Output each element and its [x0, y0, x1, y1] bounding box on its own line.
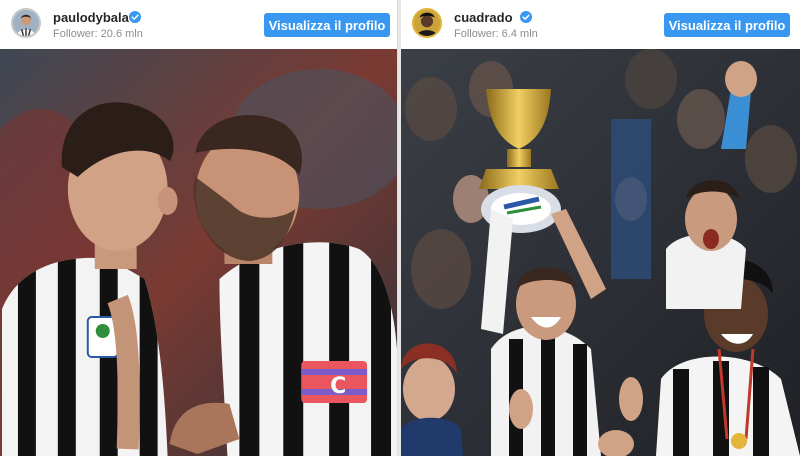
- avatar[interactable]: [412, 8, 442, 38]
- post-header: paulodybala Follower: 20.6 mln Visualizz…: [0, 0, 397, 48]
- verified-badge-icon: [129, 11, 141, 23]
- follower-count: Follower: 20.6 mln: [53, 28, 143, 40]
- username[interactable]: paulodybala: [53, 10, 129, 26]
- verified-badge-icon: [520, 11, 532, 23]
- avatar[interactable]: [11, 8, 41, 38]
- follower-count: Follower: 6.4 mln: [454, 28, 538, 40]
- avatar-image: [414, 10, 440, 36]
- trophy-celebration-photo-icon: [401, 49, 800, 456]
- avatar-image: [13, 10, 39, 36]
- post-photo[interactable]: C: [0, 49, 397, 456]
- view-profile-button[interactable]: Visualizza il profilo: [664, 13, 790, 37]
- dybala-marchisio-photo-icon: C: [0, 49, 397, 456]
- post-header: cuadrado Follower: 6.4 mln Visualizza il…: [401, 0, 800, 48]
- post-card: paulodybala Follower: 20.6 mln Visualizz…: [0, 0, 398, 456]
- post-card: cuadrado Follower: 6.4 mln Visualizza il…: [401, 0, 800, 456]
- view-profile-button[interactable]: Visualizza il profilo: [264, 13, 390, 37]
- svg-text:C: C: [330, 374, 346, 399]
- post-photo[interactable]: [401, 49, 800, 456]
- post-grid: paulodybala Follower: 20.6 mln Visualizz…: [0, 0, 800, 456]
- username[interactable]: cuadrado: [454, 10, 513, 26]
